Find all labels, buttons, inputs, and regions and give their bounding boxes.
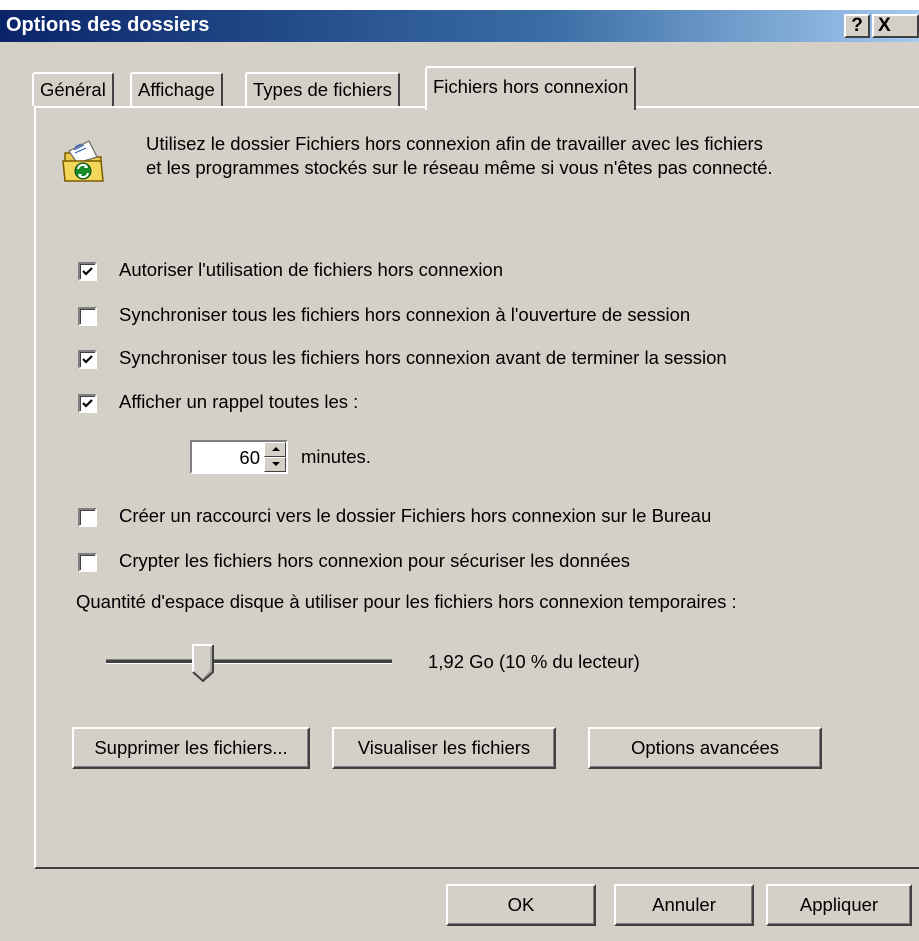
help-button[interactable]: ?: [844, 14, 870, 38]
disk-space-slider-track[interactable]: [106, 659, 392, 664]
button-label: Visualiser les fichiers: [357, 737, 531, 758]
intro-line-2: et les programmes stockés sur le réseau …: [146, 157, 773, 178]
checkbox-label: Autoriser l'utilisation de fichiers hors…: [119, 259, 504, 280]
sync-logon-checkbox[interactable]: [78, 307, 97, 326]
checkbox-label: Synchroniser tous les fichiers hors conn…: [119, 304, 691, 325]
view-files-button[interactable]: Visualiser les fichiers: [332, 727, 556, 769]
checkmark-icon: [82, 355, 93, 364]
tab-general[interactable]: Général: [32, 72, 114, 106]
close-icon: X: [878, 15, 891, 36]
help-icon: ?: [851, 15, 863, 36]
checkbox-label: Crypter les fichiers hors connexion pour…: [119, 550, 631, 571]
ok-button[interactable]: OK: [446, 884, 596, 926]
spinner-up-icon[interactable]: [264, 442, 286, 457]
desktop-shortcut-checkbox[interactable]: [78, 508, 97, 527]
minutes-label: minutes.: [301, 446, 371, 467]
offline-files-panel: Utilisez le dossier Fichiers hors connex…: [34, 106, 919, 869]
cancel-button[interactable]: Annuler: [614, 884, 754, 926]
spinner-buttons: [264, 442, 286, 472]
intro-line-1: Utilisez le dossier Fichiers hors connex…: [146, 133, 763, 154]
tab-label: Général: [40, 79, 106, 100]
button-label: Options avancées: [630, 737, 780, 758]
checkbox-label: Créer un raccourci vers le dossier Fichi…: [119, 505, 712, 526]
checkmark-icon: [82, 399, 93, 408]
reminder-checkbox[interactable]: [78, 394, 97, 413]
button-label: Annuler: [652, 894, 716, 915]
checkmark-icon: [82, 267, 93, 276]
intro-text: Utilisez le dossier Fichiers hors connex…: [146, 132, 906, 180]
tab-affichage[interactable]: Affichage: [130, 72, 223, 106]
disk-space-label: Quantité d'espace disque à utiliser pour…: [76, 591, 737, 612]
button-label: Appliquer: [799, 894, 879, 915]
tab-label: Types de fichiers: [253, 79, 392, 100]
offline-folder-sync-icon: [62, 140, 104, 182]
reminder-minutes-spinner[interactable]: 60: [190, 440, 288, 474]
window-title: Options des dossiers: [6, 14, 210, 36]
tab-label: Fichiers hors connexion: [433, 76, 629, 97]
disk-space-slider-thumb[interactable]: [192, 644, 214, 682]
delete-files-button[interactable]: Supprimer les fichiers...: [72, 727, 310, 769]
reminder-minutes-value[interactable]: 60: [239, 447, 260, 469]
close-button[interactable]: X: [872, 14, 919, 38]
checkbox-label: Afficher un rappel toutes les :: [119, 391, 359, 412]
tab-label: Affichage: [138, 79, 215, 100]
spinner-down-icon[interactable]: [264, 457, 286, 472]
disk-space-value: 1,92 Go (10 % du lecteur): [428, 651, 640, 672]
allow-offline-checkbox[interactable]: [78, 262, 97, 281]
title-bar[interactable]: Options des dossiers ? X: [0, 10, 919, 42]
button-label: Supprimer les fichiers...: [94, 737, 288, 758]
button-label: OK: [507, 894, 535, 915]
sync-logoff-checkbox[interactable]: [78, 350, 97, 369]
tab-fichiers-hors-connexion[interactable]: Fichiers hors connexion: [425, 66, 637, 110]
tab-types-de-fichiers[interactable]: Types de fichiers: [245, 72, 400, 106]
encrypt-checkbox[interactable]: [78, 553, 97, 572]
checkbox-label: Synchroniser tous les fichiers hors conn…: [119, 347, 727, 368]
advanced-options-button[interactable]: Options avancées: [588, 727, 822, 769]
apply-button[interactable]: Appliquer: [766, 884, 912, 926]
